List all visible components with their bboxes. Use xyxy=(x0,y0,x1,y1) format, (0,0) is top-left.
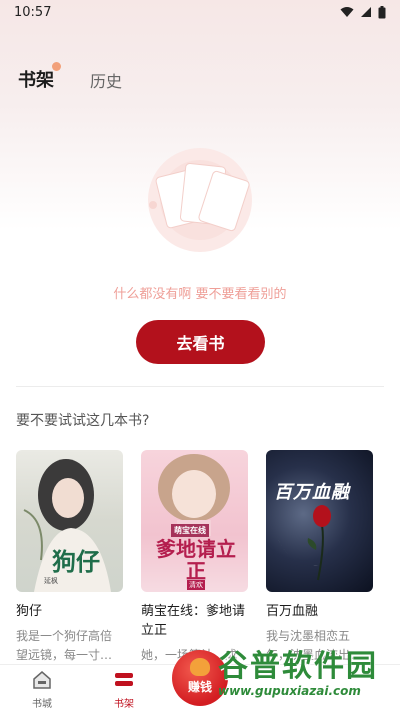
book-card-3[interactable]: 百万血融 百万血融 我与沈墨相恋五年，沈墨血流出… xyxy=(266,450,373,665)
cover-series: 萌宝在线 xyxy=(171,524,209,537)
nav-store-label: 书城 xyxy=(32,699,52,710)
home-icon xyxy=(33,671,51,689)
cover-title: 百万血融 xyxy=(274,482,350,503)
book-cover[interactable]: 百万血融 xyxy=(266,450,373,592)
status-time: 10:57 xyxy=(14,4,52,20)
book-cover[interactable]: 萌宝在线 爹地请立正 清欢 xyxy=(141,450,248,592)
book-title: 百万血融 xyxy=(266,604,319,619)
book-desc: 我是一个狗仔高倍望远镜，每一寸… xyxy=(16,629,113,662)
nav-shelf-label: 书架 xyxy=(114,699,134,710)
tab-history[interactable]: 历史 xyxy=(90,68,122,92)
status-bar: 10:57 xyxy=(0,0,400,24)
suggest-title: 要不要试试这几本书? xyxy=(16,413,150,429)
nav-shelf[interactable]: 书架 xyxy=(94,671,154,710)
shelf-tabs: 书架 历史 xyxy=(18,62,122,92)
divider xyxy=(16,386,384,387)
go-read-button[interactable]: 去看书 xyxy=(136,320,265,364)
notification-dot xyxy=(52,62,61,71)
book-card-1[interactable]: 狗仔 延枫 狗仔 我是一个狗仔高倍望远镜，每一寸… xyxy=(16,450,123,665)
cover-title: 狗仔 xyxy=(52,547,100,576)
watermark-logo: 谷普软件园 www.gupuxiazai.com xyxy=(218,649,378,699)
signal-icon xyxy=(361,7,371,17)
book-title: 狗仔 xyxy=(16,604,43,619)
book-title: 萌宝在线：爹地请立正 xyxy=(141,604,246,638)
money-bag-icon xyxy=(190,658,210,676)
cover-title: 爹地请立正 xyxy=(156,537,236,583)
empty-papers-illustration xyxy=(148,148,252,252)
battery-icon xyxy=(378,5,386,18)
empty-message: 什么都没有啊 要不要看看别的 xyxy=(113,287,287,302)
cover-art xyxy=(275,490,336,581)
nav-store[interactable]: 书城 xyxy=(12,671,72,710)
tab-bookshelf[interactable]: 书架 xyxy=(18,62,61,92)
wifi-icon xyxy=(340,7,354,17)
book-cover[interactable]: 狗仔 延枫 xyxy=(16,450,123,592)
cover-author: 延枫 xyxy=(44,577,58,585)
cover-author: 清欢 xyxy=(187,580,205,590)
bookshelf-icon xyxy=(115,673,133,686)
